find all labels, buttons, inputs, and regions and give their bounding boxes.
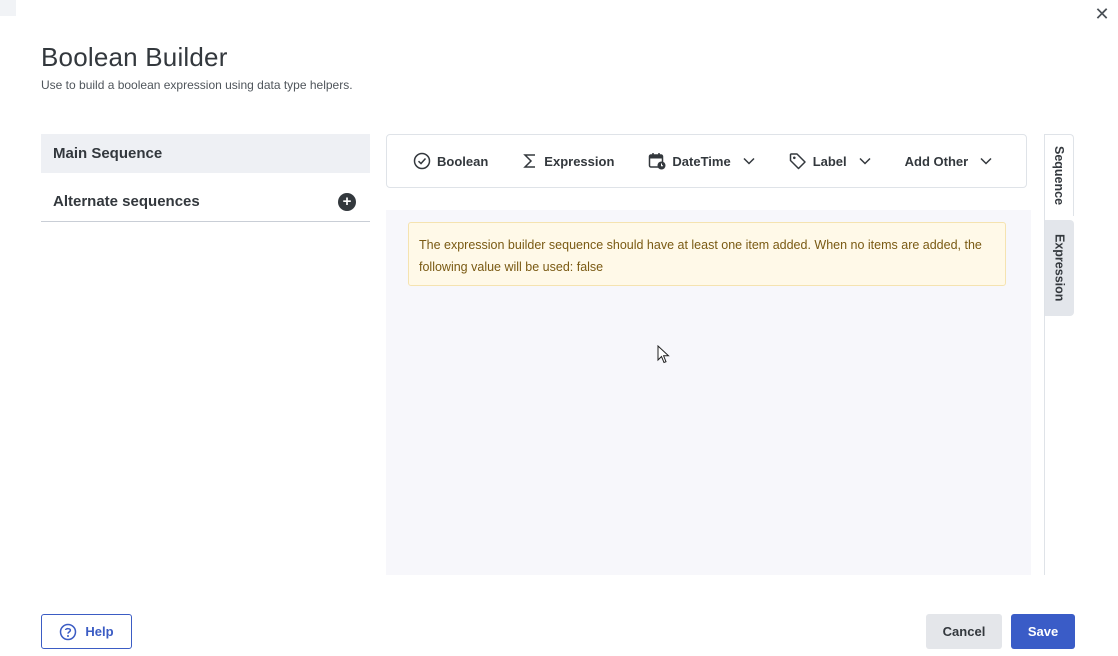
add-other-dropdown[interactable]: Add Other <box>905 154 993 169</box>
sigma-icon <box>523 154 536 168</box>
calendar-clock-icon <box>649 153 666 170</box>
sidebar-item-alternate-sequences[interactable]: Alternate sequences + <box>41 182 370 222</box>
cursor-icon <box>657 345 670 364</box>
corner-decoration <box>0 0 16 16</box>
datetime-label: DateTime <box>672 153 731 169</box>
builder-toolbar: Boolean Expression DateTime Label Add Ot… <box>386 134 1027 188</box>
datetime-dropdown[interactable]: DateTime <box>648 152 755 170</box>
boolean-button[interactable]: Boolean <box>413 152 488 170</box>
label-dropdown[interactable]: Label <box>789 152 871 170</box>
page-subtitle: Use to build a boolean expression using … <box>41 78 353 92</box>
chevron-down-icon <box>980 157 992 165</box>
tab-sequence-label: Sequence <box>1052 145 1066 206</box>
warning-message: The expression builder sequence should h… <box>408 222 1006 286</box>
check-circle-icon <box>413 152 431 170</box>
boolean-label: Boolean <box>437 153 489 169</box>
sequence-canvas[interactable]: The expression builder sequence should h… <box>386 210 1031 575</box>
close-icon[interactable]: ✕ <box>1092 4 1112 24</box>
help-circle-icon <box>60 623 77 640</box>
expression-label: Expression <box>544 153 615 169</box>
expression-button[interactable]: Expression <box>522 152 614 170</box>
cancel-button[interactable]: Cancel <box>926 614 1002 649</box>
chevron-down-icon <box>743 157 755 165</box>
page-title: Boolean Builder <box>41 42 228 72</box>
sequence-list: Main Sequence Alternate sequences + <box>41 134 370 222</box>
help-label: Help <box>85 624 114 639</box>
help-button[interactable]: Help <box>41 614 132 649</box>
tab-sequence[interactable]: Sequence <box>1045 134 1074 216</box>
side-tab-strip: Sequence Expression <box>1044 134 1074 575</box>
save-button[interactable]: Save <box>1011 614 1075 649</box>
label-label: Label <box>812 153 847 169</box>
add-icon[interactable]: + <box>338 192 356 211</box>
sidebar-item-main-sequence[interactable]: Main Sequence <box>41 134 370 173</box>
sidebar-item-label: Main Sequence <box>53 145 163 162</box>
tab-expression[interactable]: Expression <box>1045 220 1074 316</box>
tag-icon <box>789 153 806 170</box>
sidebar-item-label: Alternate sequences <box>53 193 200 210</box>
add-other-label: Add Other <box>904 153 969 169</box>
chevron-down-icon <box>859 157 871 165</box>
tab-expression-label: Expression <box>1052 234 1067 302</box>
